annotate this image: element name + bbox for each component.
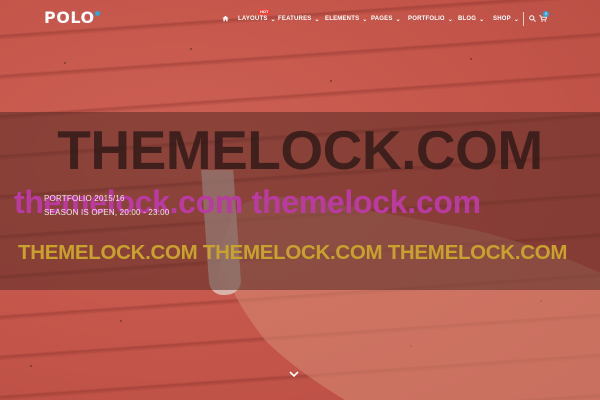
nav-item-label: FEATURES (278, 16, 312, 22)
chevron-down-icon: ⌄ (479, 16, 485, 23)
chevron-down-icon: ⌄ (447, 16, 454, 23)
texture-speck (64, 62, 66, 64)
nav-item-label: PORTFOLIO (408, 16, 445, 22)
search-icon[interactable] (529, 15, 536, 22)
nav-item-pages[interactable]: PAGES ⌄ (371, 13, 401, 25)
nav-item-label: LAYOUTS (238, 16, 268, 22)
chevron-down-icon: ⌄ (314, 16, 320, 23)
nav-item-label: PAGES (371, 16, 393, 22)
texture-speck (470, 58, 472, 60)
hero-tagline: SEASON IS OPEN, 20:00 - 23:00 (44, 208, 170, 217)
nav-item-elements[interactable]: ELEMENTS ⌄ (325, 13, 368, 25)
nav-item-blog[interactable]: BLOG ⌄ (458, 13, 484, 25)
nav-item-label: SHOP (493, 16, 511, 22)
texture-speck (30, 365, 32, 367)
nav-divider (523, 12, 524, 26)
texture-speck (330, 80, 332, 82)
logo-accent-dot (95, 11, 100, 16)
nav-item-features[interactable]: FEATURES ⌄ (278, 13, 320, 25)
site-logo[interactable]: POLO (44, 8, 95, 27)
cart-count-badge: 0 (543, 11, 549, 17)
watermark-small: THEMELOCK.COM THEMELOCK.COM THEMELOCK.CO… (18, 241, 568, 264)
chevron-down-icon: ⌄ (513, 16, 520, 23)
scroll-down-chevron-icon[interactable] (288, 369, 300, 379)
top-navigation: POLO LAYOUTS ⌄ HOT FEATURES ⌄ ELEMENTS ⌄… (0, 0, 600, 38)
nav-item-shop[interactable]: SHOP ⌄ (493, 13, 519, 25)
chevron-down-icon: ⌄ (362, 16, 368, 23)
nav-item-label: ELEMENTS (325, 16, 360, 22)
chevron-down-icon: ⌄ (270, 16, 276, 23)
texture-speck (190, 48, 192, 50)
nav-item-portfolio[interactable]: PORTFOLIO ⌄ (408, 13, 453, 25)
hot-badge: HOT (258, 9, 271, 15)
texture-speck (120, 320, 122, 322)
nav-item-label: BLOG (458, 16, 477, 22)
chevron-down-icon: ⌄ (395, 16, 401, 23)
watermark-large: THEMELOCK.COM (57, 119, 543, 181)
home-icon[interactable] (222, 15, 229, 22)
nav-item-layouts[interactable]: LAYOUTS ⌄ (238, 13, 276, 25)
hero-subtitle: PORTFOLIO 2015/16 (44, 194, 125, 203)
